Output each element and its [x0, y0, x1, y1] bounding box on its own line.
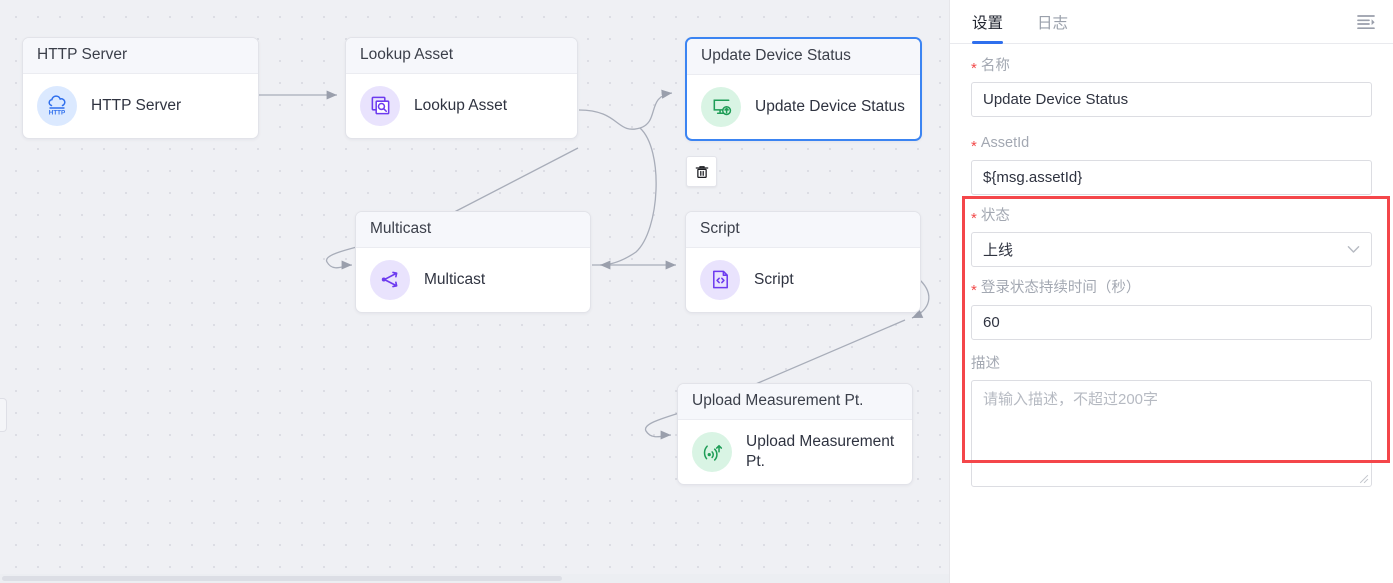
field-login-duration-label: * 登录状态持续时间（秒）: [971, 280, 1372, 297]
status-select-value: 上线: [983, 239, 1013, 260]
node-title: Update Device Status: [687, 39, 920, 75]
tab-logs-label: 日志: [1037, 11, 1068, 33]
node-update-device-status[interactable]: Update Device Status Update Device Statu…: [685, 37, 922, 141]
description-textarea-wrap: 请输入描述，不超过200字: [971, 380, 1372, 487]
tab-settings[interactable]: 设置: [972, 0, 1003, 44]
node-multicast[interactable]: Multicast Multicast: [355, 211, 591, 313]
node-label: Script: [754, 270, 794, 289]
status-select[interactable]: 上线: [971, 232, 1372, 267]
node-label: Update Device Status: [755, 97, 905, 116]
description-placeholder: 请输入描述，不超过200字: [983, 391, 1158, 408]
name-input[interactable]: Update Device Status: [971, 82, 1372, 117]
trash-icon: [694, 164, 710, 180]
node-http-server[interactable]: HTTP Server HTTP HTTP Server: [22, 37, 259, 139]
svg-text:HTTP: HTTP: [49, 109, 65, 116]
field-description: 描述 请输入描述，不超过200字: [971, 356, 1372, 487]
chevron-down-icon: [1347, 242, 1360, 257]
node-upload-measurement-pt[interactable]: Upload Measurement Pt. Upload Measuremen…: [677, 383, 913, 485]
field-login-duration: * 登录状态持续时间（秒） 60: [971, 280, 1372, 339]
panel-tabs: 设置 日志: [950, 0, 1393, 44]
node-label: Multicast: [424, 270, 485, 289]
panel-drawer-handle[interactable]: [0, 398, 7, 432]
device-update-icon: [701, 87, 741, 127]
node-label: Upload Measurement Pt.: [746, 432, 898, 471]
tab-settings-label: 设置: [972, 11, 1003, 33]
node-body: Script: [686, 248, 920, 312]
login-duration-input-value: 60: [983, 314, 1000, 331]
field-asset-id-label-text: AssetId: [981, 135, 1029, 152]
field-login-duration-label-text: 登录状态持续时间（秒）: [981, 280, 1141, 297]
field-name-label-text: 名称: [981, 58, 1010, 75]
node-label: Lookup Asset: [414, 96, 507, 115]
upload-measurement-icon: [692, 432, 732, 472]
field-status-label-text: 状态: [981, 208, 1010, 225]
field-status: * 状态 上线: [971, 208, 1372, 267]
login-duration-input[interactable]: 60: [971, 305, 1372, 340]
field-asset-id-label: * AssetId: [971, 135, 1372, 152]
scrollbar-thumb[interactable]: [2, 576, 562, 581]
multicast-branch-icon: [370, 260, 410, 300]
asset-id-input-value: ${msg.assetId}: [983, 169, 1082, 186]
node-body: Upload Measurement Pt.: [678, 420, 912, 484]
field-asset-id: * AssetId ${msg.assetId}: [971, 135, 1372, 194]
code-script-icon: [700, 260, 740, 300]
field-name-label: * 名称: [971, 58, 1372, 75]
asset-id-input[interactable]: ${msg.assetId}: [971, 160, 1372, 195]
node-lookup-asset[interactable]: Lookup Asset Lookup Asset: [345, 37, 578, 139]
http-cloud-icon: HTTP: [37, 86, 77, 126]
field-description-label-text: 描述: [971, 356, 1000, 373]
node-title: Multicast: [356, 212, 590, 248]
collapse-panel-icon[interactable]: [1355, 11, 1377, 33]
node-title: Script: [686, 212, 920, 248]
node-title: Upload Measurement Pt.: [678, 384, 912, 420]
flow-canvas[interactable]: HTTP Server HTTP HTTP Server Lookup Asse…: [0, 0, 950, 583]
settings-form: * 名称 Update Device Status * AssetId ${ms…: [950, 44, 1393, 583]
field-description-label: 描述: [971, 356, 1372, 373]
node-script[interactable]: Script Script: [685, 211, 921, 313]
field-status-label: * 状态: [971, 208, 1372, 225]
required-marker: *: [971, 61, 977, 76]
required-marker: *: [971, 283, 977, 298]
workflow-editor: HTTP Server HTTP HTTP Server Lookup Asse…: [0, 0, 1393, 583]
canvas-horizontal-scrollbar[interactable]: [0, 574, 950, 583]
node-body: Update Device Status: [687, 75, 920, 139]
description-textarea[interactable]: 请输入描述，不超过200字: [971, 380, 1372, 487]
node-body: Lookup Asset: [346, 74, 577, 138]
field-name: * 名称 Update Device Status: [971, 58, 1372, 117]
node-body: Multicast: [356, 248, 590, 312]
delete-node-button[interactable]: [686, 156, 717, 187]
required-marker: *: [971, 139, 977, 154]
node-title: Lookup Asset: [346, 38, 577, 74]
properties-panel: 设置 日志 * 名称: [950, 0, 1393, 583]
node-body: HTTP HTTP Server: [23, 74, 258, 138]
node-label: HTTP Server: [91, 96, 181, 115]
asset-lookup-icon: [360, 86, 400, 126]
required-marker: *: [971, 211, 977, 226]
name-input-value: Update Device Status: [983, 91, 1128, 108]
node-title: HTTP Server: [23, 38, 258, 74]
tab-logs[interactable]: 日志: [1037, 0, 1068, 44]
